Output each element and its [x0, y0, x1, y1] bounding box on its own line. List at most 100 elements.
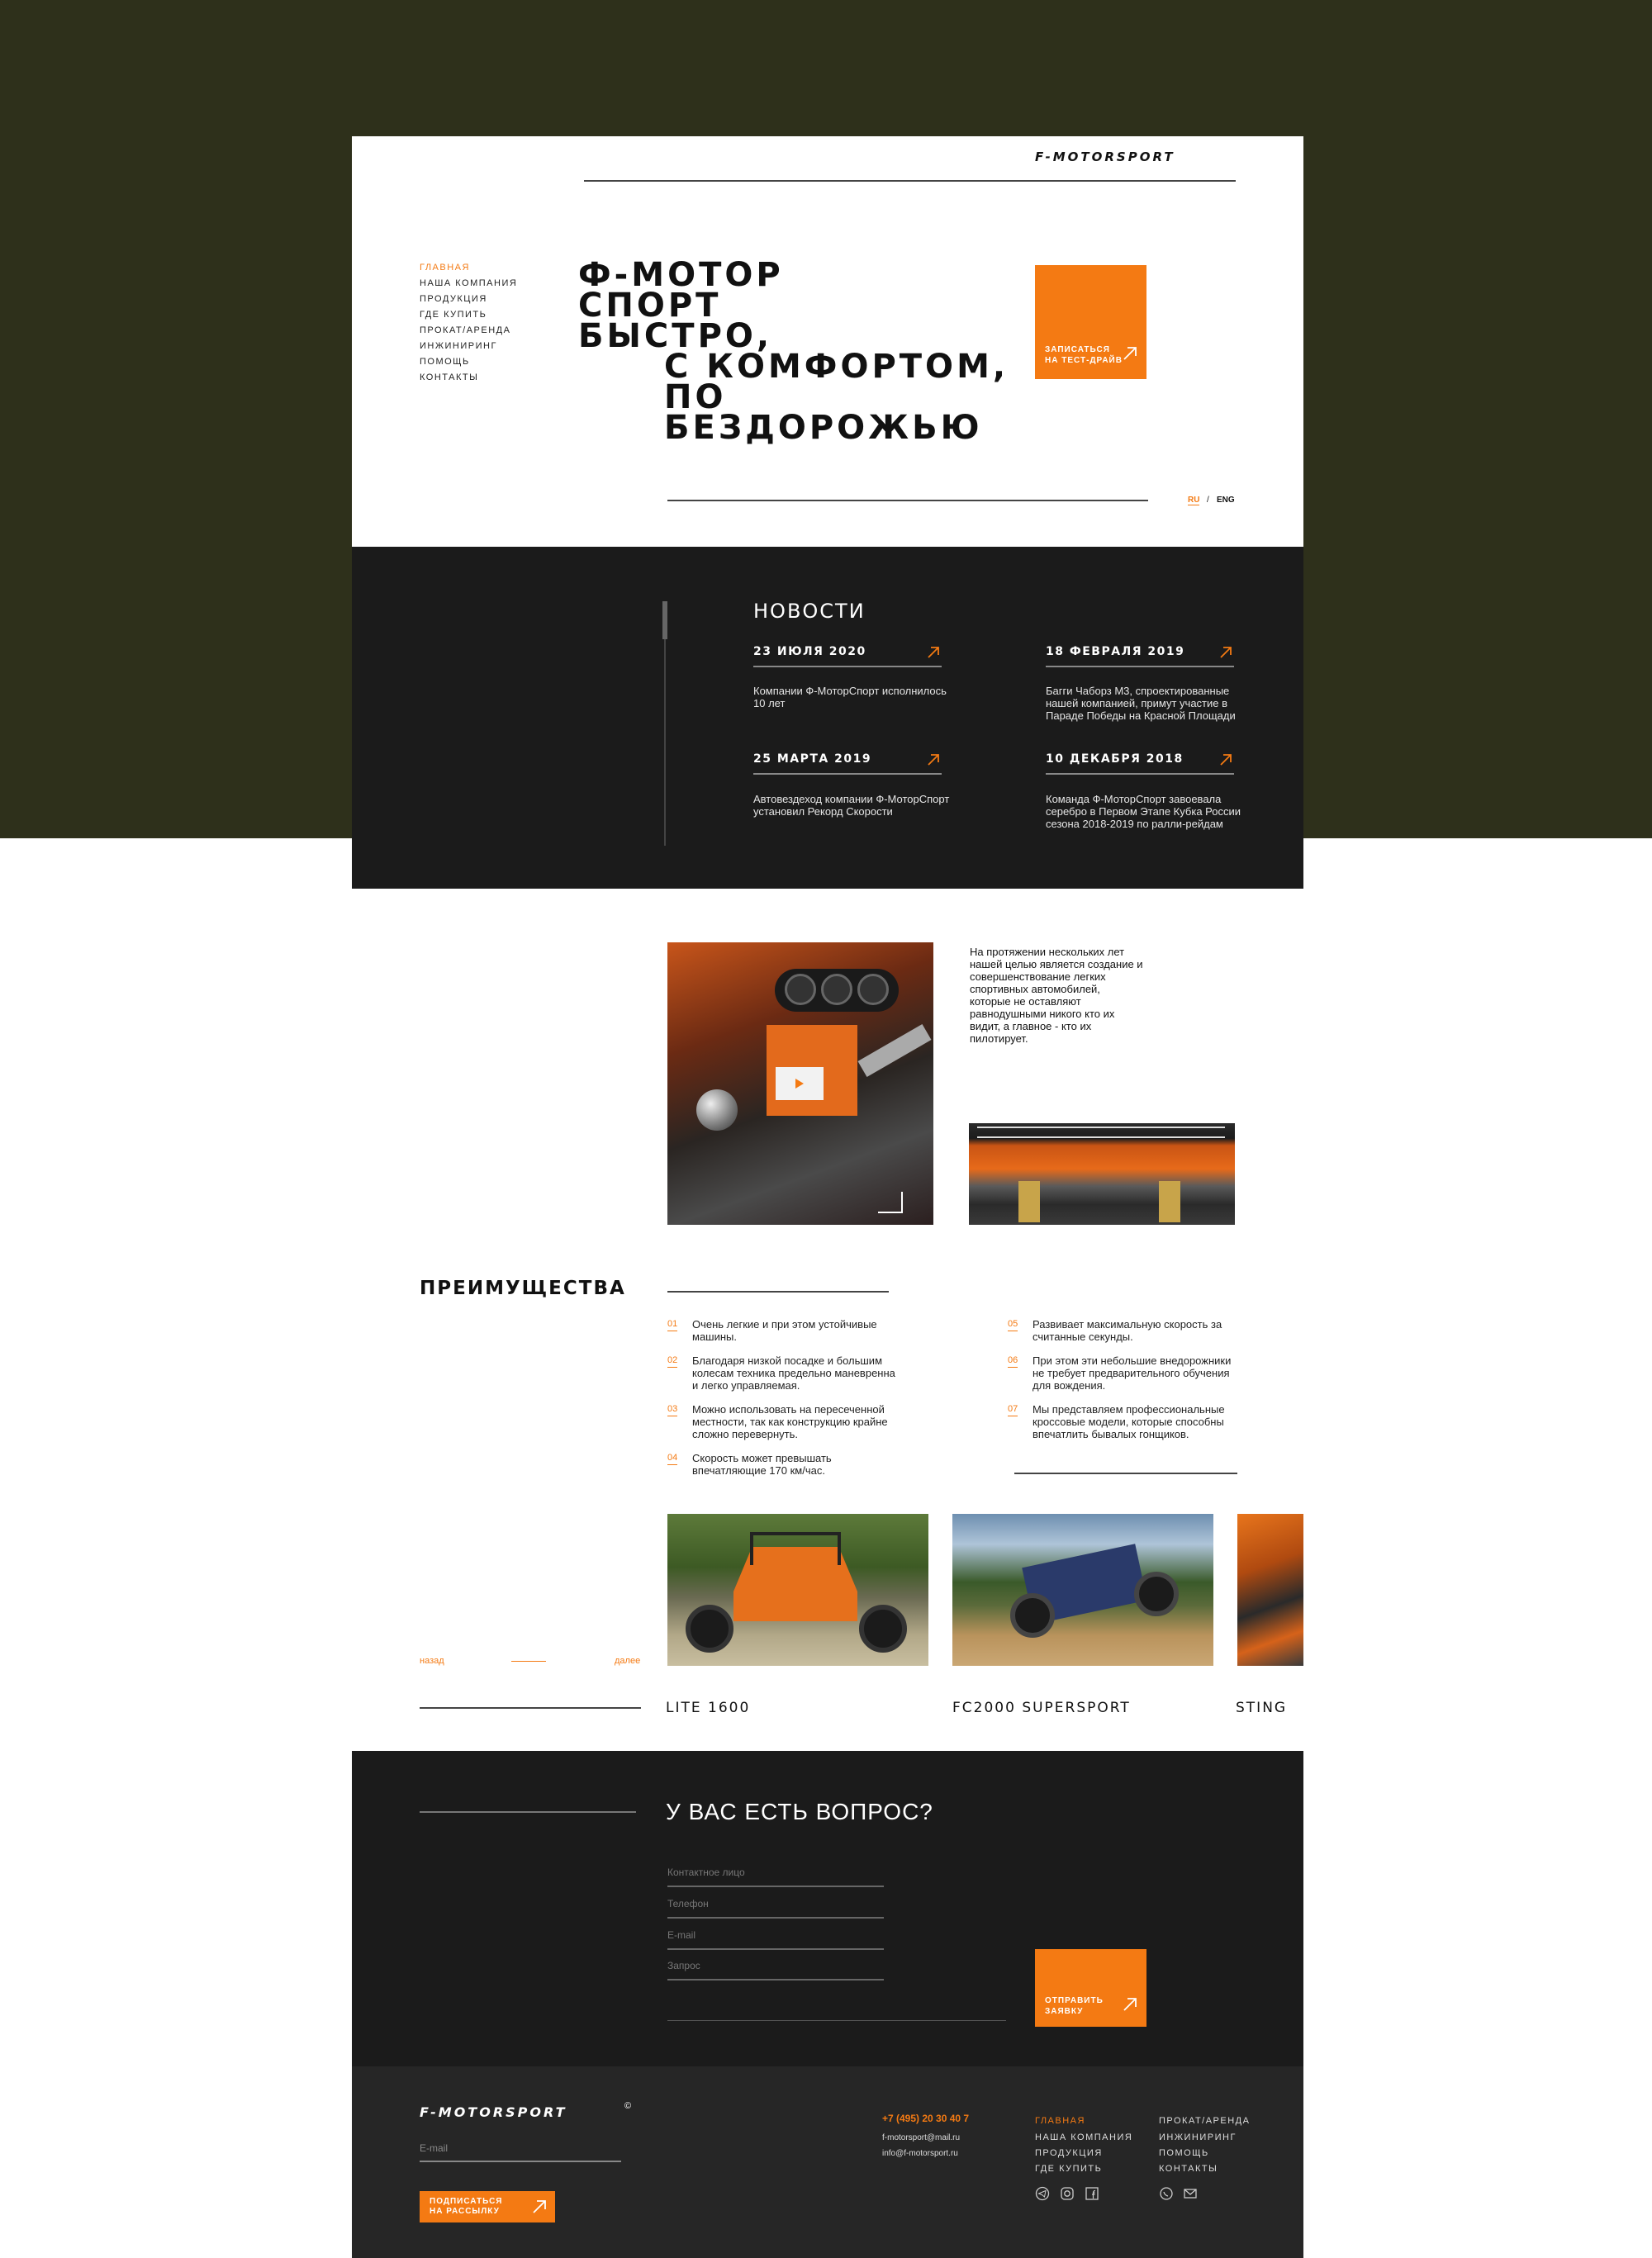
advantage-text: Благодаря низкой посадке и большим колес…: [692, 1354, 895, 1392]
contact-section: У ВАС ЕСТЬ ВОПРОС? Контактное лицо Телеф…: [352, 1751, 1303, 2066]
footer-nav-engineering[interactable]: ИНЖИНИРИНГ: [1159, 2132, 1237, 2142]
product-image-fc2000-supersport[interactable]: [952, 1514, 1213, 1666]
product-name[interactable]: STING: [1236, 1700, 1287, 1716]
gauge: [857, 974, 889, 1005]
carousel-progress: [511, 1661, 546, 1662]
header-logo[interactable]: F-MOTORSPORT: [1035, 149, 1175, 164]
product-image-sting[interactable]: [1237, 1514, 1303, 1666]
arrow-up-right-icon[interactable]: [927, 646, 940, 659]
nav-item-help[interactable]: ПОМОЩЬ: [420, 357, 470, 367]
product-image-lite-1600[interactable]: [667, 1514, 928, 1666]
submit-label-1: ОТПРАВИТЬ: [1045, 1996, 1104, 2005]
car-shock-absorber: [1159, 1181, 1180, 1222]
news-date: 10 ДЕКАБРЯ 2018: [1046, 752, 1184, 766]
product-name[interactable]: LITE 1600: [666, 1700, 750, 1716]
buggy-cage: [750, 1532, 841, 1565]
footer-nav-contacts[interactable]: КОНТАКТЫ: [1159, 2164, 1218, 2174]
submit-request-button[interactable]: ОТПРАВИТЬ ЗАЯВКУ: [1035, 1949, 1146, 2027]
footer-phone[interactable]: +7 (495) 20 30 40 7: [882, 2113, 969, 2124]
test-drive-label-2: НА ТЕСТ-ДРАЙВ: [1045, 356, 1123, 365]
arrow-up-right-icon[interactable]: [927, 753, 940, 766]
gauge: [821, 974, 852, 1005]
roll-bar: [857, 1023, 932, 1078]
form-bottom-line: [667, 2020, 1006, 2021]
whatsapp-icon[interactable]: [1159, 2186, 1174, 2201]
footer-nav-where-to-buy[interactable]: ГДЕ КУПИТЬ: [1035, 2164, 1102, 2174]
field-underline: [667, 1917, 884, 1919]
mail-icon[interactable]: [1183, 2186, 1198, 2201]
contact-request-field[interactable]: Запрос: [667, 1960, 700, 1971]
advantages-title: ПРЕИМУЩЕСТВА: [420, 1278, 626, 1299]
news-text: Компании Ф-МоторСпорт исполнилось 10 лет: [753, 685, 947, 709]
contact-name-field[interactable]: Контактное лицо: [667, 1867, 745, 1878]
subscribe-label-1: ПОДПИСАТЬСЯ: [430, 2197, 503, 2206]
subscribe-label-2: НА РАССЫЛКУ: [430, 2207, 500, 2216]
gear-knob: [696, 1089, 738, 1131]
lang-separator: /: [1207, 496, 1209, 505]
news-divider: [753, 666, 942, 667]
contact-email-field[interactable]: E-mail: [667, 1929, 695, 1941]
footer-nav-help[interactable]: ПОМОЩЬ: [1159, 2148, 1209, 2158]
product-name[interactable]: FC2000 SUPERSPORT: [952, 1700, 1131, 1716]
test-drive-button[interactable]: ЗАПИСАТЬСЯ НА ТЕСТ-ДРАЙВ: [1035, 265, 1146, 379]
contact-divider: [420, 1811, 636, 1813]
nav-item-products[interactable]: ПРОДУКЦИЯ: [420, 294, 487, 304]
nav-item-where-to-buy[interactable]: ГДЕ КУПИТЬ: [420, 310, 487, 320]
advantage-text: Мы представляем профессиональные кроссов…: [1032, 1403, 1225, 1440]
buggy-wheel: [686, 1605, 733, 1653]
field-underline: [667, 1979, 884, 1980]
car-hood-lettering: [977, 1127, 1225, 1138]
advantage-number: 03: [667, 1404, 678, 1416]
news-text: Автовездеход компании Ф-МоторСпорт устан…: [753, 793, 950, 818]
arrow-up-right-icon[interactable]: [1219, 646, 1232, 659]
news-scrollbar-thumb[interactable]: [662, 601, 667, 639]
subscribe-button[interactable]: ПОДПИСАТЬСЯ НА РАССЫЛКУ: [420, 2191, 555, 2222]
header-divider: [584, 180, 1236, 182]
copyright-mark: ©: [624, 2101, 632, 2111]
facebook-icon[interactable]: [1085, 2186, 1099, 2201]
field-underline: [667, 1886, 884, 1887]
arrow-up-right-icon[interactable]: [1219, 753, 1232, 766]
footer-nav-home[interactable]: ГЛАВНАЯ: [1035, 2116, 1085, 2126]
nav-item-home[interactable]: ГЛАВНАЯ: [420, 263, 470, 273]
telegram-icon[interactable]: [1035, 2186, 1050, 2201]
contact-title: У ВАС ЕСТЬ ВОПРОС?: [666, 1799, 933, 1824]
hero-divider: [667, 500, 1148, 501]
instagram-icon[interactable]: [1060, 2186, 1075, 2201]
news-text: Багги Чаборз М3, спроектированные нашей …: [1046, 685, 1236, 722]
video-thumbnail[interactable]: [667, 942, 933, 1225]
advantage-text: При этом эти небольшие внедорожники не т…: [1032, 1354, 1232, 1392]
nav-item-engineering[interactable]: ИНЖИНИРИНГ: [420, 341, 497, 351]
contact-phone-field[interactable]: Телефон: [667, 1898, 709, 1909]
nav-item-rental[interactable]: ПРОКАТ/АРЕНДА: [420, 325, 510, 335]
news-divider: [1046, 666, 1234, 667]
advantage-text: Очень легкие и при этом устойчивые машин…: [692, 1318, 877, 1343]
footer-email-underline: [420, 2161, 621, 2162]
news-divider: [753, 773, 942, 775]
footer-nav-products[interactable]: ПРОДУКЦИЯ: [1035, 2148, 1103, 2158]
footer-email-2[interactable]: info@f-motorsport.ru: [882, 2149, 958, 2158]
play-icon: [795, 1079, 804, 1089]
lang-eng[interactable]: ENG: [1217, 496, 1235, 505]
arrow-up-right-icon: [1123, 347, 1137, 360]
advantage-number: 05: [1008, 1319, 1018, 1331]
footer-logo[interactable]: F-MOTORSPORT: [420, 2104, 567, 2120]
footer-email-input[interactable]: E-mail: [420, 2142, 448, 2154]
play-button[interactable]: [776, 1067, 824, 1100]
advantage-text: Можно использовать на пересеченной местн…: [692, 1403, 888, 1440]
advantages-divider: [667, 1291, 889, 1293]
footer-email-1[interactable]: f-motorsport@mail.ru: [882, 2133, 960, 2142]
nav-item-company[interactable]: НАША КОМПАНИЯ: [420, 278, 517, 288]
news-text: Команда Ф-МоторСпорт завоевала серебро в…: [1046, 793, 1241, 830]
news-section: НОВОСТИ 23 ИЮЛЯ 2020 Компании Ф-МоторСпо…: [352, 547, 1303, 889]
carousel-prev[interactable]: назад: [420, 1656, 444, 1666]
carousel-next[interactable]: далее: [615, 1656, 640, 1666]
footer-nav-rental[interactable]: ПРОКАТ/АРЕНДА: [1159, 2116, 1250, 2126]
nav-item-contacts[interactable]: КОНТАКТЫ: [420, 372, 478, 382]
corner-mark: [878, 1192, 903, 1213]
buggy-wheel: [1010, 1593, 1055, 1638]
footer-nav-company[interactable]: НАША КОМПАНИЯ: [1035, 2132, 1132, 2142]
news-title: НОВОСТИ: [753, 600, 866, 623]
test-drive-label-1: ЗАПИСАТЬСЯ: [1045, 345, 1110, 354]
lang-ru[interactable]: RU: [1188, 496, 1200, 505]
